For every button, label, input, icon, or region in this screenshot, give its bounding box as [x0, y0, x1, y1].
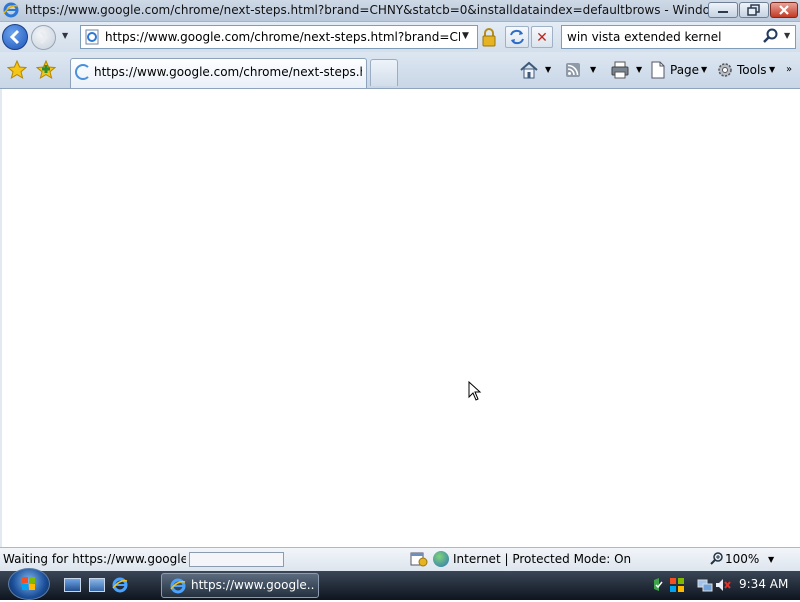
printer-icon[interactable] [610, 61, 630, 79]
add-to-favorites-icon[interactable] [36, 60, 56, 80]
ie-quick-launch-icon[interactable] [112, 577, 128, 593]
ie-logo-icon [170, 578, 186, 594]
chevron-double-right-icon[interactable]: » [786, 64, 796, 78]
restore-icon [747, 4, 760, 16]
rss-feeds-icon[interactable] [565, 62, 581, 78]
show-desktop-icon[interactable] [64, 578, 81, 592]
back-button[interactable] [2, 24, 28, 50]
search-options-dropdown[interactable]: ▼ [784, 31, 794, 41]
favorites-center-star-icon[interactable] [7, 60, 27, 80]
zoom-level[interactable]: 100% [725, 552, 761, 568]
page-menu-dropdown[interactable]: ▼ [701, 65, 711, 75]
ie-page-icon [85, 29, 99, 45]
windows-update-icon[interactable] [669, 577, 685, 593]
arrow-right-icon [39, 30, 49, 45]
minimize-button[interactable] [708, 2, 738, 18]
taskbar-ie-label[interactable]: https://www.google... [191, 578, 314, 594]
zoom-dropdown[interactable]: ▼ [768, 555, 778, 565]
minimize-icon [718, 11, 728, 13]
zoom-icon[interactable] [710, 551, 724, 565]
page-content-area[interactable] [0, 89, 800, 547]
search-input[interactable]: win vista extended kernel [567, 30, 757, 46]
search-icon[interactable] [762, 27, 780, 45]
close-window-button[interactable] [770, 2, 798, 18]
status-text: Waiting for https://www.google.cc [3, 552, 186, 566]
tab-title[interactable]: https://www.google.com/chrome/next-steps… [94, 65, 362, 81]
lock-icon[interactable] [480, 27, 498, 47]
start-button[interactable] [8, 568, 50, 600]
refresh-button[interactable] [505, 26, 529, 48]
ie-logo-icon [3, 2, 19, 18]
switch-windows-icon[interactable] [89, 578, 105, 592]
mouse-cursor-icon [468, 381, 482, 401]
arrow-left-icon [9, 29, 20, 45]
forward-button[interactable] [31, 25, 56, 50]
volume-muted-icon[interactable] [715, 577, 731, 593]
feeds-dropdown[interactable]: ▼ [590, 65, 600, 75]
home-dropdown[interactable]: ▼ [545, 65, 555, 75]
recent-pages-dropdown[interactable]: ▼ [62, 31, 72, 41]
security-zone-text[interactable]: Internet | Protected Mode: On [453, 552, 633, 568]
page-icon[interactable] [650, 61, 666, 79]
security-center-icon[interactable] [652, 577, 668, 593]
globe-icon [433, 551, 449, 567]
address-dropdown-button[interactable]: ▼ [462, 31, 474, 43]
new-tab-button[interactable] [370, 59, 398, 86]
loading-spinner-icon [75, 64, 91, 80]
tools-menu-dropdown[interactable]: ▼ [769, 65, 779, 75]
print-dropdown[interactable]: ▼ [636, 65, 646, 75]
close-icon [779, 5, 789, 15]
network-icon[interactable] [697, 577, 713, 593]
refresh-icon [510, 29, 524, 45]
clock[interactable]: 9:34 AM [739, 577, 795, 593]
home-icon[interactable] [519, 61, 539, 79]
address-input[interactable]: https://www.google.com/chrome/next-steps… [105, 30, 460, 46]
page-load-progress-bar [189, 552, 284, 567]
window-title: https://www.google.com/chrome/next-steps… [25, 3, 710, 17]
windows-logo-icon [22, 577, 35, 590]
gear-icon[interactable] [716, 61, 734, 79]
restore-button[interactable] [739, 2, 769, 18]
stop-button[interactable]: ✕ [531, 26, 553, 48]
stop-icon: ✕ [536, 30, 548, 46]
popup-blocked-icon[interactable] [410, 551, 428, 567]
